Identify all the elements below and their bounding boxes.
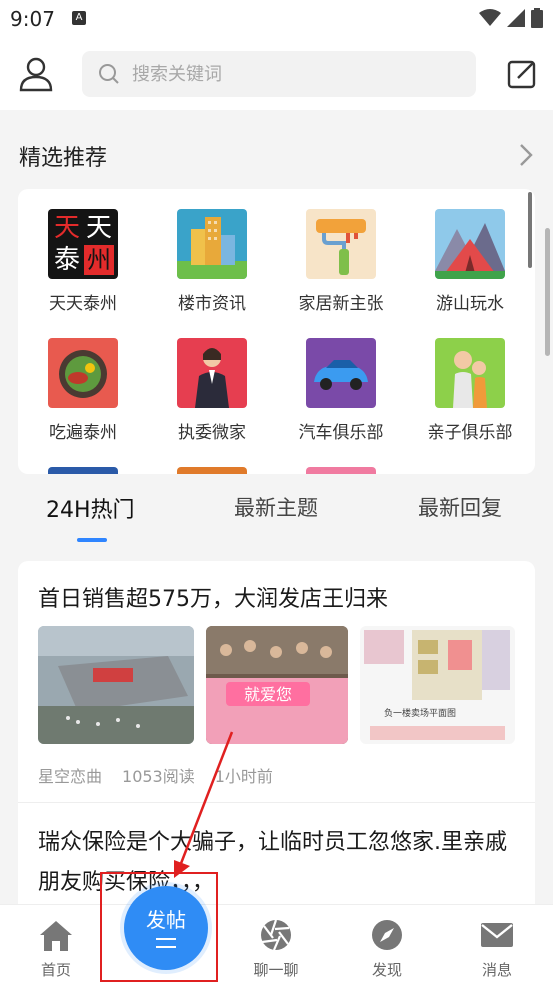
tab-24h-hot[interactable]: 24H热门 [46, 492, 135, 524]
signal-icon [507, 9, 525, 27]
paint-roller-icon [306, 209, 376, 279]
grid-item-car-club[interactable]: 汽车俱乐部 [286, 338, 396, 458]
tab-latest-replies[interactable]: 最新回复 [418, 492, 502, 522]
search-bar[interactable] [82, 51, 476, 97]
recommend-grid: 天 天 泰 州 天天泰州 楼市资讯 家居新主张 游山玩水 吃遍泰州 执委微家 汽… [18, 189, 535, 474]
top-header [0, 38, 553, 110]
nav-label: 消息 [481, 961, 512, 979]
nav-label: 首页 [40, 961, 71, 979]
active-tab-indicator [77, 538, 107, 542]
logo-char: 天 [85, 213, 112, 243]
parent-child-icon [435, 338, 505, 408]
nav-label: 发现 [371, 961, 402, 979]
grid-item-label: 汽车俱乐部 [298, 423, 384, 443]
grid-item-partial [306, 467, 376, 474]
highlight-box [100, 872, 218, 982]
status-time: 9:07 [10, 7, 55, 31]
food-plate-icon [48, 338, 118, 408]
logo-char: 泰 [53, 245, 80, 275]
grid-item-label: 天天泰州 [49, 294, 117, 314]
grid-item-property-news[interactable]: 楼市资讯 [157, 209, 267, 329]
tab-latest-topics[interactable]: 最新主题 [234, 492, 318, 522]
chat-aperture-icon [261, 919, 291, 951]
status-bar: 9:07 A [0, 0, 553, 38]
post-image[interactable]: 就爱您 [206, 626, 348, 744]
post-time: 1小时前 [214, 767, 273, 786]
logo-char: 天 [53, 213, 80, 243]
tent-mountain-icon [435, 209, 505, 279]
tiantian-taizhou-logo: 天 天 泰 州 [48, 209, 118, 279]
screen: 9:07 A 精选推荐 [0, 0, 553, 984]
search-input[interactable] [132, 51, 462, 97]
post-image[interactable] [38, 626, 194, 744]
buildings-icon [177, 209, 247, 279]
compass-icon [372, 920, 402, 950]
grid-item-label: 吃遍泰州 [49, 423, 117, 443]
post-author[interactable]: 星空恋曲 [38, 767, 102, 786]
grid-item-tiantian-taizhou[interactable]: 天 天 泰 州 天天泰州 [28, 209, 138, 329]
grid-item-parent-child[interactable]: 亲子俱乐部 [415, 338, 525, 458]
image-caption: 就爱您 [244, 685, 292, 704]
car-icon [306, 338, 376, 408]
post-image[interactable]: 负一楼卖场平面图 [360, 626, 515, 744]
home-icon [40, 921, 72, 951]
grid-item-travel[interactable]: 游山玩水 [415, 209, 525, 329]
status-icons [479, 8, 543, 28]
post-reads: 1053阅读 [122, 767, 195, 786]
section-title: 精选推荐 [19, 146, 108, 171]
nav-label: 聊一聊 [253, 961, 299, 979]
mail-icon [481, 923, 513, 947]
image-caption: 负一楼卖场平面图 [384, 707, 456, 719]
grid-item-food[interactable]: 吃遍泰州 [28, 338, 138, 458]
grid-item-label: 游山玩水 [436, 294, 504, 314]
notification-icon: A [72, 11, 86, 25]
grid-item-label: 执委微家 [178, 423, 246, 443]
businesswoman-icon [177, 338, 247, 408]
grid-item-partial [48, 467, 118, 474]
post-title[interactable]: 首日销售超575万，大润发店王归来 [38, 581, 388, 613]
grid-item-home-decor[interactable]: 家居新主张 [286, 209, 396, 329]
grid-item-label: 家居新主张 [298, 294, 384, 314]
search-icon [99, 64, 119, 84]
logo-char: 州 [84, 245, 114, 275]
chevron-right-icon[interactable] [518, 142, 534, 168]
grid-scrollbar[interactable] [528, 192, 532, 268]
grid-item-partial [177, 467, 247, 474]
post-list: 首日销售超575万，大润发店王归来 就爱您 负一楼卖场平面图 星空恋曲 1053… [18, 561, 535, 906]
user-profile-icon[interactable] [18, 56, 54, 92]
grid-item-label: 楼市资讯 [178, 294, 246, 314]
wifi-icon [479, 9, 501, 26]
feed-tabs: 24H热门 最新主题 最新回复 [0, 474, 553, 548]
divider [18, 802, 535, 803]
edit-icon[interactable] [506, 58, 538, 90]
bottom-nav: 首页 聊一聊 发现 消息 [0, 904, 553, 984]
grid-item-committee[interactable]: 执委微家 [157, 338, 267, 458]
grid-item-label: 亲子俱乐部 [427, 423, 513, 443]
battery-icon [531, 8, 543, 28]
page-scrollbar[interactable] [545, 228, 550, 356]
post-meta: 星空恋曲 1053阅读 1小时前 [38, 763, 293, 787]
